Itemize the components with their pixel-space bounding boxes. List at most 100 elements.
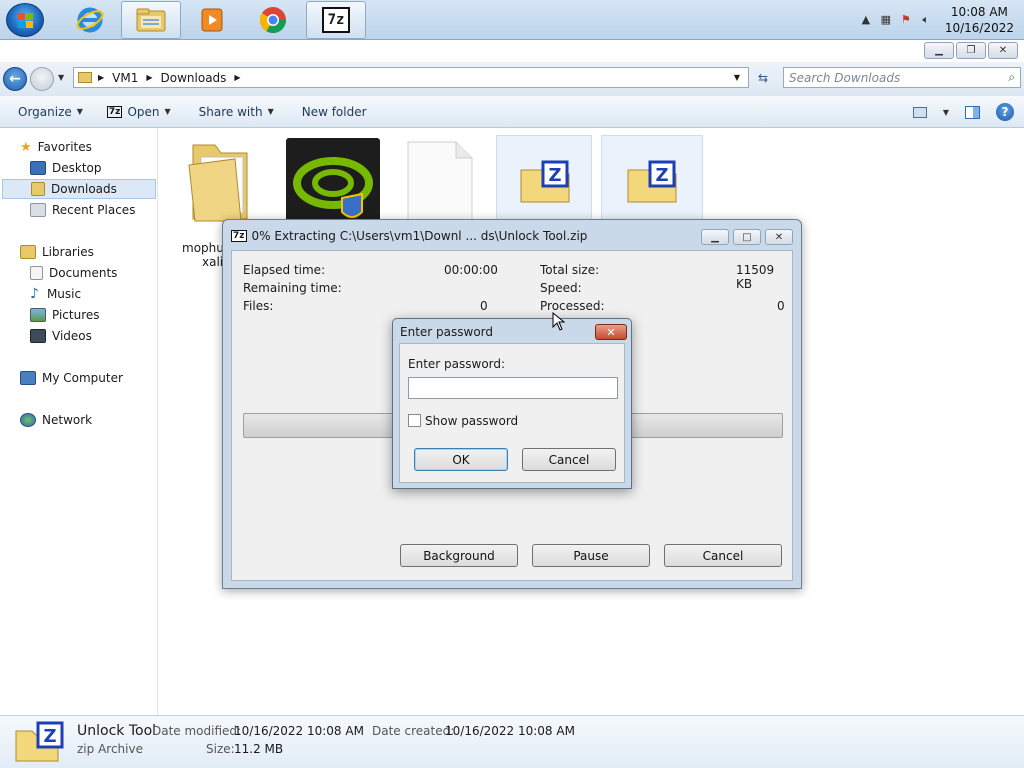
address-bar[interactable]: ▶ VM1 ▶ Downloads ▶ ▼ [73, 67, 749, 88]
minimize-button[interactable]: ▁ [924, 42, 954, 59]
recent-pages-dropdown-icon[interactable]: ▼ [58, 73, 64, 82]
7zip-small-icon: 7z [231, 230, 247, 242]
file-item-zip-archive[interactable]: Z [496, 135, 592, 225]
taskbar: 7z ▲ ▦ ⚑ 🔈︎ 10:08 AM 10/16/2022 [0, 0, 1024, 40]
back-arrow-icon: ← [9, 71, 21, 87]
extraction-window-controls: ▁ □ ✕ [701, 229, 793, 245]
taskbar-media-player-button[interactable] [182, 0, 242, 40]
minimize-icon: ▁ [711, 231, 719, 243]
restore-icon: ❐ [966, 45, 976, 56]
taskbar-explorer-button[interactable] [121, 1, 181, 39]
breadcrumb-downloads[interactable]: Downloads [161, 71, 227, 85]
new-folder-button[interactable]: New folder [302, 105, 367, 119]
cancel-extraction-button[interactable]: Cancel [664, 544, 782, 567]
maximize-button[interactable]: □ [733, 229, 761, 245]
breadcrumb-separator-icon[interactable]: ▶ [98, 73, 104, 82]
breadcrumb-separator-icon[interactable]: ▶ [146, 73, 152, 82]
preview-pane-icon[interactable] [965, 105, 980, 119]
videos-icon [30, 329, 46, 343]
windows-flag-icon [18, 13, 34, 29]
search-input[interactable]: Search Downloads [789, 71, 900, 85]
action-center-flag-icon[interactable]: ⚑ [899, 13, 913, 27]
pause-button[interactable]: Pause [532, 544, 650, 567]
back-button[interactable]: ← [3, 67, 27, 91]
organize-label: Organize [18, 104, 72, 119]
share-with-label: Share with [198, 104, 263, 119]
network-tray-icon[interactable]: ▦ [879, 13, 893, 27]
change-view-icon[interactable] [912, 106, 927, 118]
music-icon: ♪ [30, 286, 39, 302]
desktop-icon [30, 161, 46, 175]
zip-archive-icon: Z [627, 160, 677, 203]
sidebar-item-my-computer[interactable]: My Computer [0, 368, 158, 388]
organize-menu[interactable]: Organize ▼ [18, 105, 83, 119]
maximize-icon: □ [742, 231, 752, 243]
share-with-menu[interactable]: Share with ▼ [199, 105, 274, 119]
show-password-label[interactable]: Show password [425, 414, 518, 428]
file-item-blank-document[interactable] [399, 137, 479, 227]
ok-button[interactable]: OK [414, 448, 508, 471]
total-size-value: 11509 KB [736, 263, 775, 291]
view-options-dropdown-icon[interactable]: ▼ [943, 108, 949, 117]
sidebar-item-pictures[interactable]: Pictures [0, 305, 158, 325]
sidebar-item-network[interactable]: Network [0, 410, 158, 430]
restore-button[interactable]: ❐ [956, 42, 986, 59]
breadcrumb-vm1[interactable]: VM1 [112, 71, 138, 85]
date-created-label: Date created: [372, 724, 455, 738]
start-button[interactable] [6, 3, 44, 37]
cancel-password-button[interactable]: Cancel [522, 448, 616, 471]
password-dialog-close-button[interactable]: ✕ [595, 324, 627, 340]
background-button[interactable]: Background [400, 544, 518, 567]
password-input[interactable] [408, 377, 618, 399]
sidebar-item-desktop[interactable]: Desktop [0, 158, 158, 178]
show-hidden-icons-chevron-icon[interactable]: ▲ [859, 13, 873, 27]
close-button[interactable]: ✕ [765, 229, 793, 245]
sidebar-label: Favorites [37, 140, 92, 154]
sidebar-item-favorites[interactable]: ★ Favorites [0, 137, 158, 157]
taskbar-ie-button[interactable] [60, 0, 120, 40]
clock[interactable]: 10:08 AM 10/16/2022 [945, 4, 1014, 36]
clock-date: 10/16/2022 [944, 21, 1014, 35]
search-icon: ⌕ [1008, 70, 1015, 84]
blank-file-icon [407, 141, 473, 227]
extraction-title: 0% Extracting C:\Users\vm1\Downl ... ds\… [251, 229, 588, 243]
sidebar-label: Downloads [51, 182, 117, 196]
total-size-label: Total size: [540, 263, 600, 277]
taskbar-7zip-button[interactable]: 7z [306, 1, 366, 39]
sidebar-item-recent-places[interactable]: Recent Places [0, 200, 158, 220]
files-label: Files: [243, 299, 274, 313]
volume-icon[interactable]: 🔈︎ [919, 13, 933, 27]
minimize-button[interactable]: ▁ [701, 229, 729, 245]
help-icon[interactable]: ? [996, 103, 1014, 121]
svg-text:Z: Z [655, 165, 668, 186]
close-button[interactable]: ✕ [988, 42, 1018, 59]
open-menu[interactable]: 7z Open ▼ [106, 105, 171, 119]
taskbar-chrome-button[interactable] [243, 0, 303, 40]
sidebar-item-videos[interactable]: Videos [0, 326, 158, 346]
chevron-down-icon: ▼ [267, 107, 274, 116]
breadcrumb-separator-icon[interactable]: ▶ [234, 73, 240, 82]
forward-button[interactable] [30, 67, 54, 91]
refresh-button[interactable]: ⇆ [752, 67, 774, 88]
file-item-nvidia-installer[interactable] [285, 137, 380, 224]
remaining-label: Remaining time: [243, 281, 342, 295]
sidebar-item-libraries[interactable]: Libraries [0, 242, 158, 262]
elapsed-label: Elapsed time: [243, 263, 326, 277]
show-password-checkbox[interactable] [408, 414, 421, 427]
date-modified-value: 10/16/2022 10:08 AM [234, 724, 364, 738]
date-modified-label: Date modified: [152, 724, 242, 738]
refresh-icon: ⇆ [757, 70, 769, 85]
sidebar-item-music[interactable]: ♪ Music [0, 284, 158, 304]
mouse-cursor-icon [552, 312, 566, 331]
sidebar-item-documents[interactable]: Documents [0, 263, 158, 283]
sidebar-label: Libraries [42, 245, 94, 259]
address-dropdown-icon[interactable]: ▼ [734, 73, 740, 82]
search-box[interactable]: Search Downloads ⌕ [783, 67, 1021, 88]
7zip-small-icon: 7z [106, 105, 123, 118]
chrome-icon [259, 7, 287, 34]
sidebar-item-downloads[interactable]: Downloads [2, 179, 156, 199]
recent-places-icon [30, 203, 46, 217]
new-folder-label: New folder [301, 104, 367, 119]
elapsed-value: 00:00:00 [444, 263, 498, 277]
file-item-zip-archive-selected[interactable]: Z [601, 135, 703, 225]
